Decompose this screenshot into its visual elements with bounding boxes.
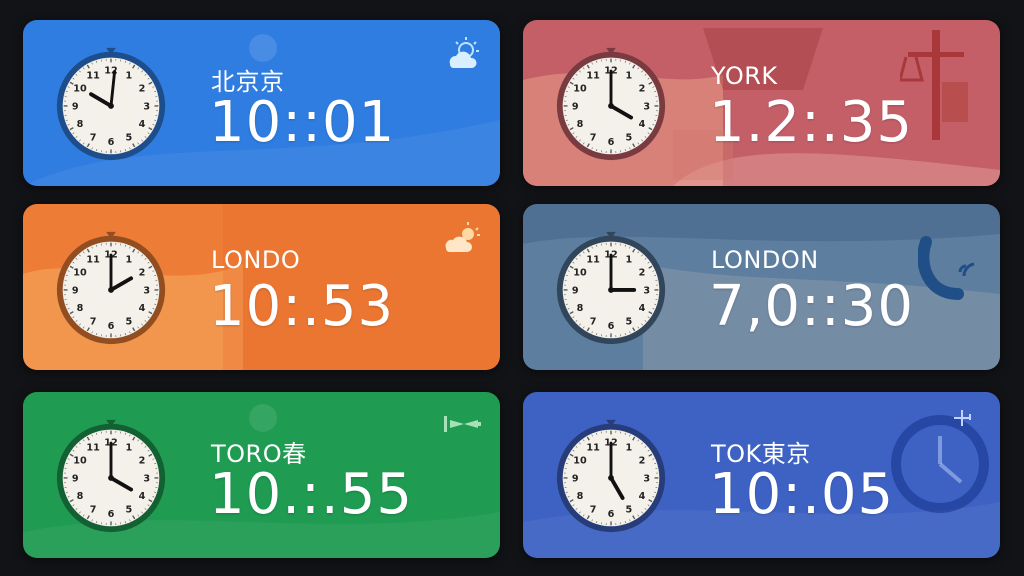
clock-numeral: 10 xyxy=(73,455,87,466)
world-clock-card-beijing[interactable]: 1 2 3 4 5 6 7 8 9 10 11 12 北京京 10::01 xyxy=(23,20,500,186)
clock-numeral: 8 xyxy=(577,119,584,130)
city-name: LONDO xyxy=(211,246,301,274)
digital-time: 10:.05 xyxy=(709,462,895,527)
signal-arc-icon xyxy=(918,234,978,304)
clock-numeral: 11 xyxy=(586,254,600,265)
clock-numeral: 3 xyxy=(643,101,650,112)
clock-numeral: 9 xyxy=(72,101,79,112)
clock-numeral: 1 xyxy=(126,442,133,453)
city-name: LONDON xyxy=(711,246,819,274)
clock-numeral: 9 xyxy=(72,285,79,296)
clock-numeral: 4 xyxy=(139,119,146,130)
clock-numeral: 10 xyxy=(73,83,87,94)
clock-numeral: 11 xyxy=(86,70,100,81)
analog-clock: 123456789101112 xyxy=(553,46,669,162)
clock-numeral: 1 xyxy=(626,442,633,453)
digital-time: 7,0::30 xyxy=(709,274,915,339)
analog-clock: 123456789101112 xyxy=(553,230,669,346)
digital-time: 10:.53 xyxy=(209,274,395,339)
clock-center-pin xyxy=(108,103,114,109)
sunny-cloud-icon xyxy=(442,218,482,258)
clock-numeral: 2 xyxy=(639,267,646,278)
clock-numeral: 2 xyxy=(139,83,146,94)
clock-numeral: 1 xyxy=(626,254,633,265)
clock-weather-icon xyxy=(942,406,982,446)
clock-numeral: 11 xyxy=(86,442,100,453)
world-clock-card-toronto[interactable]: 123456789101112 TORO春 10.:.55 xyxy=(23,392,500,558)
clock-numeral: 8 xyxy=(77,119,84,130)
clock-center-pin xyxy=(608,287,614,293)
clock-numeral: 10 xyxy=(573,455,587,466)
clock-numeral: 6 xyxy=(608,509,615,520)
clock-numeral: 5 xyxy=(626,504,633,515)
weathervane-icon xyxy=(442,406,482,446)
analog-clock: 123456789101112 xyxy=(53,46,169,162)
clock-numeral: 11 xyxy=(586,70,600,81)
analog-clock: 123456789101112 xyxy=(53,418,169,534)
clock-center-pin xyxy=(608,103,614,109)
clock-numeral: 11 xyxy=(86,254,100,265)
clock-numeral: 7 xyxy=(90,504,97,515)
world-clock-card-tokyo[interactable]: 123456789101112 TOK東京 10:.05 xyxy=(523,392,1000,558)
analog-clock: 123456789101112 xyxy=(53,230,169,346)
clock-numeral: 4 xyxy=(139,491,146,502)
clock-numeral: 2 xyxy=(639,83,646,94)
clock-numeral: 9 xyxy=(72,473,79,484)
clock-numeral: 6 xyxy=(108,509,115,520)
clock-numeral: 3 xyxy=(643,285,650,296)
clock-numeral: 8 xyxy=(577,303,584,314)
clock-numeral: 9 xyxy=(572,101,579,112)
clock-numeral: 3 xyxy=(143,101,150,112)
clock-numeral: 7 xyxy=(590,504,597,515)
clock-numeral: 3 xyxy=(143,285,150,296)
digital-time: 10::01 xyxy=(209,90,396,155)
clock-numeral: 6 xyxy=(108,137,115,148)
clock-numeral: 8 xyxy=(77,491,84,502)
world-clock-card-york[interactable]: 123456789101112 YORK 1.2:.35 xyxy=(523,20,1000,186)
analog-clock: 123456789101112 xyxy=(553,418,669,534)
clock-numeral: 11 xyxy=(586,442,600,453)
clock-numeral: 2 xyxy=(139,455,146,466)
clock-numeral: 5 xyxy=(626,316,633,327)
city-name: YORK xyxy=(711,62,778,90)
digital-time: 1.2:.35 xyxy=(709,90,913,155)
clock-numeral: 2 xyxy=(639,455,646,466)
world-clock-card-london-1[interactable]: 123456789101112 LONDO 10:.53 xyxy=(23,204,500,370)
scales-landmark-icon xyxy=(900,30,970,140)
clock-numeral: 6 xyxy=(608,321,615,332)
clock-numeral: 10 xyxy=(73,267,87,278)
clock-numeral: 10 xyxy=(573,83,587,94)
clock-numeral: 7 xyxy=(90,316,97,327)
clock-numeral: 10 xyxy=(573,267,587,278)
clock-numeral: 4 xyxy=(639,491,646,502)
clock-numeral: 5 xyxy=(626,132,633,143)
clock-numeral: 6 xyxy=(108,321,115,332)
clock-numeral: 1 xyxy=(626,70,633,81)
clock-numeral: 9 xyxy=(572,473,579,484)
clock-center-pin xyxy=(608,475,614,481)
clock-numeral: 3 xyxy=(643,473,650,484)
clock-numeral: 8 xyxy=(577,491,584,502)
partly-cloudy-icon xyxy=(442,34,482,74)
clock-numeral: 1 xyxy=(126,70,133,81)
clock-numeral: 4 xyxy=(639,303,646,314)
clock-numeral: 2 xyxy=(139,267,146,278)
clock-numeral: 7 xyxy=(590,316,597,327)
clock-numeral: 5 xyxy=(126,316,133,327)
clock-numeral: 9 xyxy=(572,285,579,296)
clock-numeral: 6 xyxy=(608,137,615,148)
clock-numeral: 3 xyxy=(143,473,150,484)
clock-numeral: 1 xyxy=(126,254,133,265)
digital-time: 10.:.55 xyxy=(209,462,413,527)
clock-numeral: 7 xyxy=(590,132,597,143)
clock-numeral: 7 xyxy=(90,132,97,143)
clock-numeral: 8 xyxy=(77,303,84,314)
world-clock-card-london-2[interactable]: 123456789101112 LONDON 7,0::30 xyxy=(523,204,1000,370)
clock-numeral: 4 xyxy=(139,303,146,314)
clock-numeral: 5 xyxy=(126,504,133,515)
clock-numeral: 5 xyxy=(126,132,133,143)
clock-numeral: 4 xyxy=(639,119,646,130)
clock-center-pin xyxy=(108,475,114,481)
clock-center-pin xyxy=(108,287,114,293)
